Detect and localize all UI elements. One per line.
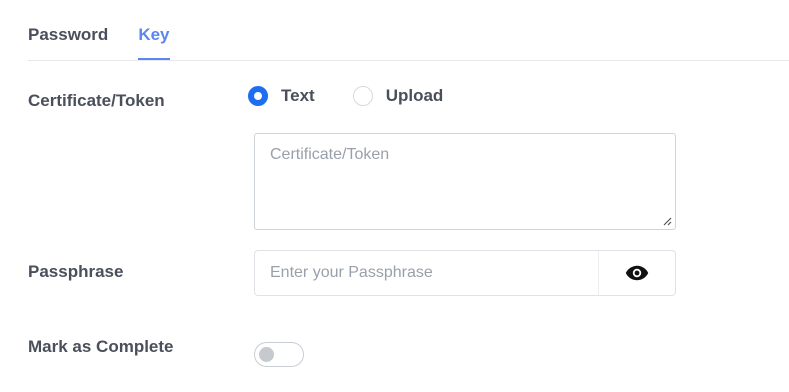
eye-icon — [625, 265, 649, 281]
mark-complete-label: Mark as Complete — [28, 337, 174, 356]
toggle-knob — [259, 347, 274, 362]
resize-grip-icon[interactable] — [662, 216, 672, 226]
passphrase-input[interactable] — [255, 251, 598, 295]
radio-upload-indicator[interactable] — [352, 86, 373, 106]
radio-upload[interactable]: Upload — [352, 86, 444, 106]
radio-text-label: Text — [281, 86, 315, 105]
passphrase-label: Passphrase — [28, 262, 124, 281]
mark-complete-toggle[interactable] — [254, 342, 304, 367]
radio-upload-label: Upload — [385, 86, 444, 105]
passphrase-field — [254, 250, 676, 296]
auth-tabs: Password Key — [28, 20, 200, 60]
tab-password[interactable]: Password — [28, 20, 108, 60]
key-settings-form: Password Key Certificate/Token Text Uplo… — [0, 0, 789, 392]
tab-key[interactable]: Key — [138, 20, 170, 60]
certificate-textarea[interactable] — [254, 133, 676, 230]
radio-text[interactable]: Text — [248, 86, 315, 106]
tabs-divider — [28, 60, 789, 61]
show-passphrase-button[interactable] — [598, 251, 675, 295]
certificate-label: Certificate/Token — [28, 91, 165, 110]
radio-text-indicator[interactable] — [248, 86, 268, 106]
certificate-source-radio-group: Text Upload — [248, 86, 481, 106]
